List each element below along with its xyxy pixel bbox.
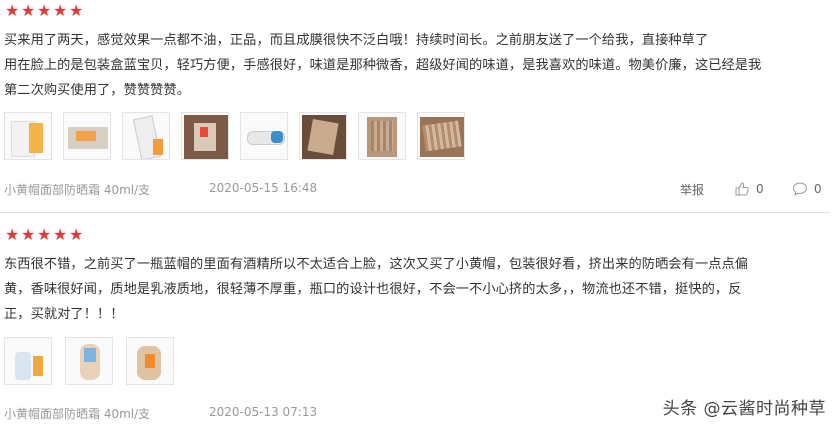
reply-button[interactable]: 0 <box>792 181 822 197</box>
review-text-line: 用在脸上的是包装盒蓝宝贝，轻巧方便，手感很好，味道是那种微香，超级好闻的味道，是… <box>4 58 762 73</box>
review-photo-thumbnail[interactable] <box>126 337 174 385</box>
star-icon: ★ <box>21 1 36 20</box>
like-button[interactable]: 0 <box>734 181 764 197</box>
review-text-line: 正，买就对了！！！ <box>4 307 124 322</box>
review-photo-thumbnail[interactable] <box>358 112 406 160</box>
star-icon: ★ <box>37 225 52 244</box>
review-photos <box>4 112 465 160</box>
review-photo-thumbnail[interactable] <box>299 112 347 160</box>
star-icon: ★ <box>53 1 68 20</box>
product-spec: 小黄帽面部防晒霜 40ml/支 <box>4 407 151 421</box>
review-text-line: 东西很不错，之前买了一瓶蓝帽的里面有酒精所以不太适合上脸，这次又买了小黄帽，包装… <box>4 257 749 272</box>
review-text: 买来用了两天，感觉效果一点都不油，正品，而且成膜很快不泛白哦！持续时间长。之前朋… <box>4 28 824 103</box>
review-text-line: 第二次购买使用了，赞赞赞赞。 <box>4 83 191 98</box>
star-icon: ★ <box>69 225 84 244</box>
star-icon: ★ <box>5 225 20 244</box>
star-icon: ★ <box>21 225 36 244</box>
star-icon: ★ <box>37 1 52 20</box>
review-photo-thumbnail[interactable] <box>181 112 229 160</box>
review-photo-thumbnail[interactable] <box>4 337 52 385</box>
review-photo-thumbnail[interactable] <box>4 112 52 160</box>
like-count: 0 <box>756 182 764 196</box>
star-icon: ★ <box>53 225 68 244</box>
review-text-line: 黄，香味很好闻，质地是乳液质地，很轻薄不厚重，瓶口的设计也很好，不会一不小心挤的… <box>4 282 742 297</box>
review-photo-thumbnail[interactable] <box>122 112 170 160</box>
source-watermark: 头条 @云酱时尚种草 <box>662 399 826 419</box>
review-photos <box>4 337 174 385</box>
star-icon: ★ <box>5 1 20 20</box>
thumb-up-icon <box>735 182 749 196</box>
review-photo-thumbnail[interactable] <box>63 112 111 160</box>
review-item: ★ ★ ★ ★ ★ 买来用了两天，感觉效果一点都不油，正品，而且成膜很快不泛白哦… <box>0 0 838 212</box>
product-spec: 小黄帽面部防晒霜 40ml/支 <box>4 183 151 197</box>
reply-count: 0 <box>814 182 822 196</box>
review-photo-thumbnail[interactable] <box>417 112 465 160</box>
review-photo-thumbnail[interactable] <box>240 112 288 160</box>
review-text-line: 买来用了两天，感觉效果一点都不油，正品，而且成膜很快不泛白哦！持续时间长。之前朋… <box>4 33 709 48</box>
review-date: 2020-05-15 16:48 <box>209 181 318 195</box>
rating-stars: ★ ★ ★ ★ ★ <box>5 3 83 19</box>
review-photo-thumbnail[interactable] <box>65 337 113 385</box>
review-date: 2020-05-13 07:13 <box>209 405 318 419</box>
review-divider <box>0 212 830 213</box>
review-meta: 小黄帽面部防晒霜 40ml/支 2020-05-15 16:48 举报 0 0 <box>4 181 834 199</box>
report-button[interactable]: 举报 <box>680 181 704 198</box>
rating-stars: ★ ★ ★ ★ ★ <box>5 227 83 243</box>
star-icon: ★ <box>69 1 84 20</box>
speech-bubble-icon <box>792 182 808 197</box>
review-text: 东西很不错，之前买了一瓶蓝帽的里面有酒精所以不太适合上脸，这次又买了小黄帽，包装… <box>4 252 824 327</box>
